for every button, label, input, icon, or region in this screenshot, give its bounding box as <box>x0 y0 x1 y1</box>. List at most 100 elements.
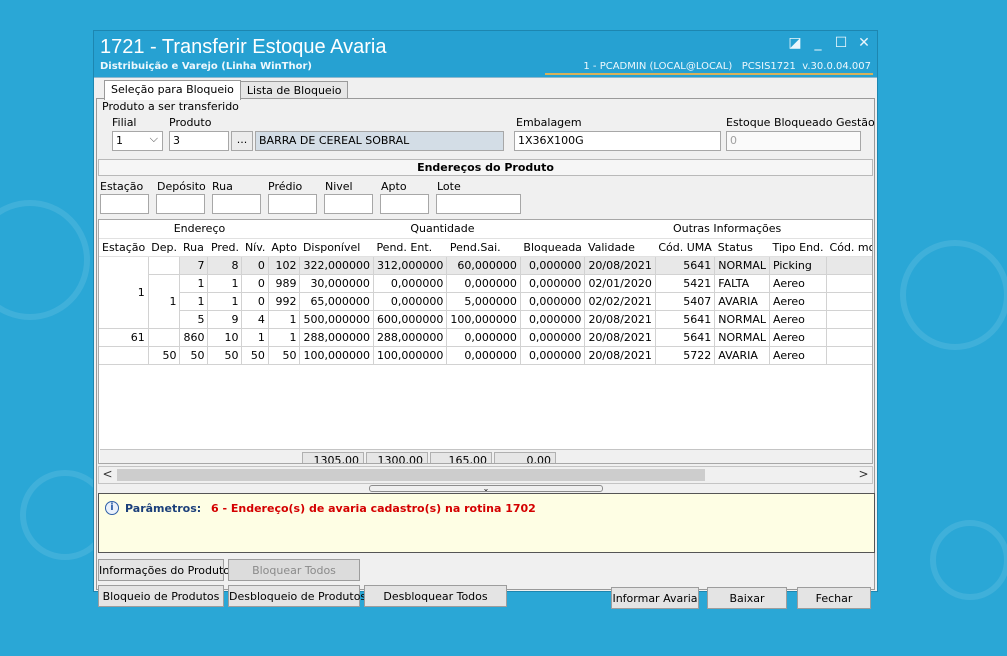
maximize-icon[interactable]: ☐ <box>834 35 848 51</box>
cell: 0,000000 <box>520 346 586 365</box>
cell <box>148 328 181 347</box>
column-header[interactable]: Cód. UMA <box>655 238 715 257</box>
filial-label: Filial <box>112 116 137 129</box>
cell: Aereo <box>769 310 828 329</box>
cell: Picking <box>769 256 828 275</box>
embalagem-label: Embalagem <box>516 116 582 129</box>
column-header[interactable]: Status <box>714 238 770 257</box>
cell: 100,000000 <box>299 346 374 365</box>
cell: 288,000000 <box>299 328 374 347</box>
produto-lookup-button[interactable]: ... <box>231 131 253 151</box>
column-header[interactable]: Validade <box>584 238 656 257</box>
filial-select[interactable]: 1 ⌵ <box>112 131 163 151</box>
total-disponivel: 1305,00 <box>302 452 364 463</box>
baixar-button[interactable]: Baixar <box>707 587 787 609</box>
cell: 7 <box>179 256 209 275</box>
informar-avaria-button[interactable]: Informar Avaria <box>611 587 699 609</box>
cell: Aereo <box>769 292 828 311</box>
scrollbar-thumb[interactable] <box>117 469 705 481</box>
column-header[interactable]: Tipo End. <box>769 238 827 257</box>
group-header-outras: Outras Informações <box>584 220 872 239</box>
table-row[interactable]: 5 9 4 1 500,000000 600,000000 100,000000… <box>99 310 872 329</box>
splitter-handle[interactable]: ⌄ <box>369 484 603 493</box>
produto-description: BARRA DE CEREAL SOBRAL <box>255 131 504 151</box>
column-header[interactable]: Nív. <box>241 238 269 257</box>
filter-lote-input[interactable] <box>436 194 521 214</box>
produto-label: Produto <box>169 116 212 129</box>
cell: 0 <box>241 256 269 275</box>
filter-nivel-input[interactable] <box>324 194 373 214</box>
tab-lista-bloqueio[interactable]: Lista de Bloqueio <box>239 81 349 99</box>
scroll-left-icon[interactable]: < <box>99 467 116 483</box>
cell: 30,000000 <box>299 274 374 293</box>
informacoes-produto-button[interactable]: Informações do Produto <box>98 559 230 581</box>
filial-value: 1 <box>116 134 123 147</box>
cell: 50 <box>241 346 269 365</box>
column-header[interactable]: Cód. mot <box>826 238 872 257</box>
filter-estacao-input[interactable] <box>100 194 149 214</box>
table-row[interactable]: 1 1 1 0 989 30,000000 0,000000 0,000000 … <box>99 274 872 329</box>
cell: 1 <box>179 274 209 293</box>
close-icon[interactable]: ✕ <box>857 35 871 51</box>
fechar-button[interactable]: Fechar <box>797 587 871 609</box>
cell: 100,000000 <box>373 346 448 365</box>
table-row[interactable]: 50 50 50 50 50 100,000000 100,000000 0,0… <box>99 346 872 365</box>
grid-totals-row: 1305,00 1300,00 165,00 0,00 <box>100 449 872 463</box>
column-header[interactable]: Pred. <box>207 238 242 257</box>
filter-rua-input[interactable] <box>212 194 261 214</box>
column-header[interactable]: Estação <box>99 238 149 257</box>
desbloquear-todos-button[interactable]: Desbloquear Todos <box>364 585 507 607</box>
table-row[interactable]: 61 860 10 1 1 288,000000 288,000000 0,00… <box>99 328 872 347</box>
column-header[interactable]: Disponível <box>299 238 374 257</box>
column-header[interactable]: Apto <box>268 238 300 257</box>
filter-rua-label: Rua <box>212 180 233 193</box>
cell: 10 <box>207 328 243 347</box>
cell: 0,000000 <box>373 292 448 311</box>
column-header[interactable]: Bloqueada <box>520 238 585 257</box>
dep-cell <box>148 256 181 275</box>
cell: 600,000000 <box>373 310 448 329</box>
table-row[interactable]: 1 1 0 992 65,000000 0,000000 5,000000 0,… <box>99 292 872 311</box>
cell: 5641 <box>655 256 716 275</box>
column-header[interactable]: Rua <box>179 238 208 257</box>
column-header[interactable]: Pend. Ent. <box>373 238 447 257</box>
embalagem-field[interactable]: 1X36X100G <box>514 131 721 151</box>
cell <box>99 346 149 365</box>
filter-deposito-input[interactable] <box>156 194 205 214</box>
cell: 0,000000 <box>373 274 448 293</box>
user-info: 1 - PCADMIN (LOCAL@LOCAL) PCSIS1721 v.30… <box>545 61 873 75</box>
cell <box>826 328 872 347</box>
produto-input[interactable]: 3 <box>169 131 229 151</box>
table-row[interactable]: 1 7 8 0 102 322,000000 312,000000 60,000… <box>99 256 872 329</box>
cell: 02/01/2020 <box>584 274 656 293</box>
parametros-label: Parâmetros: <box>125 502 202 515</box>
minimize-icon[interactable]: _ <box>811 35 825 51</box>
cell: 20/08/2021 <box>584 256 656 275</box>
cell: 1 <box>207 292 243 311</box>
filter-predio-input[interactable] <box>268 194 317 214</box>
horizontal-scrollbar[interactable]: < > <box>98 466 873 484</box>
cell: 61 <box>99 328 149 347</box>
cell: 5 <box>179 310 209 329</box>
bloqueio-produtos-button[interactable]: Bloqueio de Produtos <box>98 585 224 607</box>
restore-icon[interactable]: ◪ <box>788 35 802 51</box>
cell: 50 <box>148 346 181 365</box>
cell: 0,000000 <box>446 274 521 293</box>
cell: FALTA <box>714 274 770 293</box>
column-header[interactable]: Pend.Sai. <box>446 238 521 257</box>
total-bloqueada: 0,00 <box>494 452 556 463</box>
cell: 50 <box>207 346 243 365</box>
cell: Aereo <box>769 328 828 347</box>
chevron-down-icon: ⌄ <box>482 484 490 493</box>
window-subtitle: Distribuição e Varejo (Linha WinThor) <box>100 61 312 72</box>
enderecos-header: Endereços do Produto <box>98 159 873 176</box>
scroll-right-icon[interactable]: > <box>855 467 872 483</box>
title-bar[interactable]: 1721 - Transferir Estoque Avaria Distrib… <box>94 31 877 75</box>
column-header[interactable]: Dep. <box>148 238 180 257</box>
filter-predio-label: Prédio <box>268 180 303 193</box>
enderecos-grid[interactable]: Endereço Quantidade Outras Informações E… <box>98 219 873 464</box>
tab-selecao-bloqueio[interactable]: Seleção para Bloqueio <box>104 80 241 100</box>
cell: 20/08/2021 <box>584 328 656 347</box>
filter-apto-input[interactable] <box>380 194 429 214</box>
desbloqueio-produtos-button[interactable]: Desbloqueio de Produtos <box>228 585 366 607</box>
